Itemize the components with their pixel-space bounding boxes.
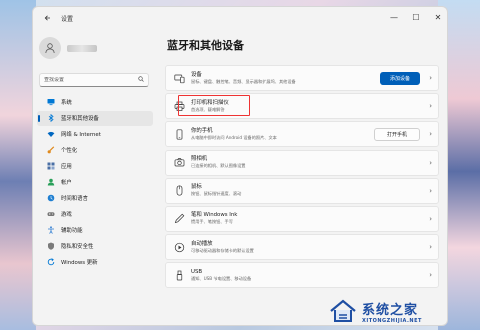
autoplay-icon <box>173 241 185 253</box>
chevron-right-icon: › <box>429 102 432 111</box>
sidebar-item-privacy-security[interactable]: 隐私和安全性 <box>37 239 153 254</box>
sidebar-item-label: 个性化 <box>61 148 78 155</box>
card-subtitle: 通知、USB 节电设置、移动设备 <box>191 275 252 281</box>
page-title: 蓝牙和其他设备 <box>167 39 244 52</box>
devices-icon <box>173 72 185 84</box>
gamepad-icon <box>47 210 55 218</box>
card-pen-windows-ink[interactable]: 笔和 Windows Ink 惯用手、笔按钮、手写 › <box>165 205 439 232</box>
chevron-right-icon: › <box>429 243 432 252</box>
card-subtitle: 已连接的相机、默认图像设置 <box>191 163 246 169</box>
pen-icon <box>173 213 185 225</box>
sidebar-item-label: 时间和语言 <box>61 196 88 203</box>
watermark-url: XITONGZHIJIA.NET <box>362 317 422 324</box>
phone-icon <box>173 128 185 140</box>
watermark-title: 系统之家 <box>362 302 419 318</box>
sidebar-item-system[interactable]: 系统 <box>37 95 153 110</box>
card-subtitle: 按钮、鼠标指针速度、滚动 <box>191 191 242 197</box>
sidebar-item-label: 游戏 <box>61 212 72 219</box>
chevron-right-icon: › <box>429 271 432 280</box>
maximize-button[interactable]: ☐ <box>405 7 427 27</box>
settings-cards: 设备 鼠标、键盘、触控笔、音频、显示器和扩展坞、其他设备 添加设备 › 打印机和… <box>165 65 439 291</box>
wallpaper-left <box>0 0 36 330</box>
house-logo-icon <box>330 299 356 322</box>
sidebar-item-label: 辅助功能 <box>61 228 83 235</box>
wifi-icon <box>47 130 55 138</box>
sidebar: 系统 蓝牙和其他设备 网络 & Internet 个性化 应用 帐户 <box>33 29 157 325</box>
chevron-right-icon: › <box>429 186 432 195</box>
card-autoplay[interactable]: 自动播放 可移动驱动器和存储卡的默认设置 › <box>165 234 439 261</box>
sidebar-item-label: 应用 <box>61 164 72 171</box>
window-title: 设置 <box>61 15 74 23</box>
globe-clock-icon <box>47 194 55 202</box>
sidebar-item-accessibility[interactable]: 辅助功能 <box>37 223 153 238</box>
card-subtitle: 从电脑中即时访问 Android 设备的照片、文本 <box>191 134 277 140</box>
camera-icon <box>173 157 185 169</box>
card-title: USB <box>191 268 203 275</box>
chevron-right-icon: › <box>429 158 432 167</box>
close-button[interactable]: ✕ <box>427 7 447 27</box>
card-title: 设备 <box>191 71 202 78</box>
card-cameras[interactable]: 照相机 已连接的相机、默认图像设置 › <box>165 149 439 176</box>
title-bar: 设置 — ☐ ✕ <box>33 7 447 29</box>
avatar <box>39 37 61 59</box>
card-your-phone[interactable]: 你的手机 从电脑中即时访问 Android 设备的照片、文本 打开手机 › <box>165 121 439 148</box>
sidebar-item-bluetooth-devices[interactable]: 蓝牙和其他设备 <box>37 111 153 126</box>
profile-name-blurred <box>67 44 97 52</box>
monitor-icon <box>47 98 55 106</box>
main-content: 蓝牙和其他设备 设备 鼠标、键盘、触控笔、音频、显示器和扩展坞、其他设备 添加设… <box>165 29 441 325</box>
accessibility-icon <box>47 226 55 235</box>
card-title: 自动播放 <box>191 240 213 247</box>
sidebar-item-time-language[interactable]: 时间和语言 <box>37 191 153 206</box>
sidebar-item-label: Windows 更新 <box>61 260 98 267</box>
search-box[interactable] <box>39 73 149 87</box>
back-arrow-icon[interactable] <box>39 9 57 27</box>
sidebar-item-accounts[interactable]: 帐户 <box>37 175 153 190</box>
open-phone-button[interactable]: 打开手机 <box>373 128 420 142</box>
person-icon <box>47 178 55 186</box>
sidebar-item-apps[interactable]: 应用 <box>37 159 153 174</box>
search-icon <box>138 76 144 84</box>
sidebar-item-label: 网络 & Internet <box>61 132 101 139</box>
card-subtitle: 可移动驱动器和存储卡的默认设置 <box>191 247 254 253</box>
chevron-right-icon: › <box>429 214 432 223</box>
sidebar-item-gaming[interactable]: 游戏 <box>37 207 153 222</box>
search-input[interactable] <box>44 77 136 83</box>
chevron-right-icon: › <box>429 130 432 139</box>
person-icon <box>45 43 55 54</box>
site-watermark: 系统之家 XITONGZHIJIA.NET <box>328 294 478 328</box>
add-device-button[interactable]: 添加设备 <box>379 72 420 85</box>
card-subtitle: 鼠标、键盘、触控笔、音频、显示器和扩展坞、其他设备 <box>191 78 296 84</box>
minimize-button[interactable]: — <box>383 7 405 27</box>
usb-icon <box>173 269 185 281</box>
sidebar-nav: 系统 蓝牙和其他设备 网络 & Internet 个性化 应用 帐户 时间和语言… <box>37 95 153 271</box>
card-devices[interactable]: 设备 鼠标、键盘、触控笔、音频、显示器和扩展坞、其他设备 添加设备 › <box>165 65 439 91</box>
red-highlight-box <box>178 95 250 117</box>
card-subtitle: 惯用手、笔按钮、手写 <box>191 219 233 225</box>
card-printers-scanners[interactable]: 打印机和扫描仪 首选项、疑难解答 › <box>165 93 439 120</box>
shield-icon <box>47 242 55 250</box>
sidebar-item-network[interactable]: 网络 & Internet <box>37 127 153 142</box>
card-mouse[interactable]: 鼠标 按钮、鼠标指针速度、滚动 › <box>165 177 439 204</box>
card-title: 照相机 <box>191 156 208 163</box>
update-icon <box>47 258 55 266</box>
sidebar-item-label: 蓝牙和其他设备 <box>61 116 99 123</box>
sidebar-item-label: 系统 <box>61 100 72 107</box>
bluetooth-icon <box>47 114 55 123</box>
brush-icon <box>47 146 55 154</box>
card-title: 你的手机 <box>191 127 213 134</box>
sidebar-item-windows-update[interactable]: Windows 更新 <box>37 255 153 270</box>
chevron-right-icon: › <box>429 74 432 82</box>
sidebar-item-personalization[interactable]: 个性化 <box>37 143 153 158</box>
card-usb[interactable]: USB 通知、USB 节电设置、移动设备 › <box>165 262 439 289</box>
sidebar-item-label: 隐私和安全性 <box>61 244 94 251</box>
mouse-icon <box>173 185 185 197</box>
apps-icon <box>47 162 55 170</box>
sidebar-item-label: 帐户 <box>61 180 72 187</box>
user-profile[interactable] <box>39 37 97 59</box>
settings-window: 设置 — ☐ ✕ 系统 蓝牙和其他设备 <box>32 6 448 326</box>
